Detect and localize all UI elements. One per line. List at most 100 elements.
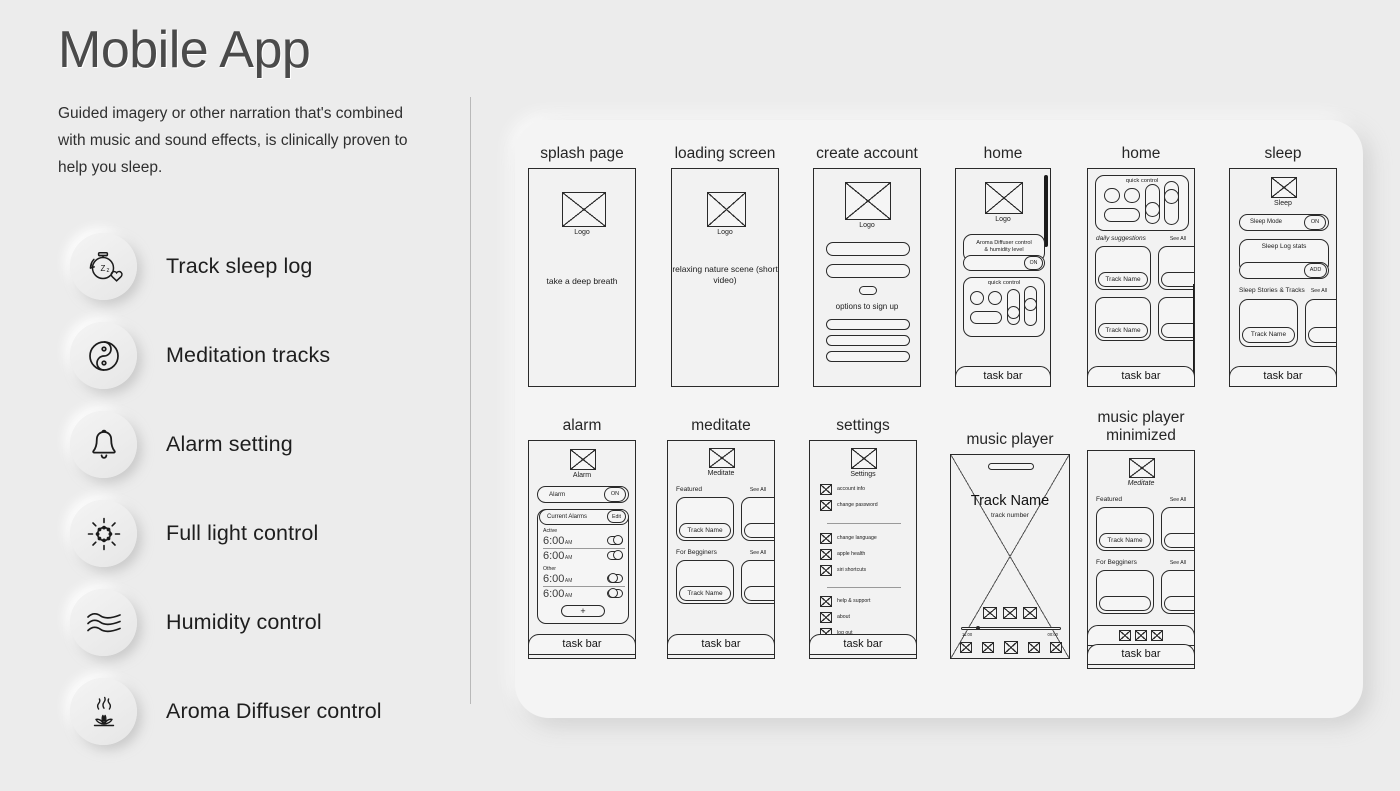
beginners-see-all-link[interactable]: See All [750,550,766,556]
alarm-switch-4[interactable] [607,588,623,599]
quick-control-card[interactable]: quick control [1095,174,1189,231]
quick-toggle-3[interactable] [1104,207,1140,222]
featured-see-all-link[interactable]: See All [1170,497,1186,503]
track-name-chip-4[interactable] [744,585,774,601]
alarm-toggle[interactable]: ON [604,486,626,502]
settings-item-about[interactable]: about [820,611,850,623]
track-name-chip[interactable]: Track Name [1098,271,1148,287]
settings-item-siri-shortcuts[interactable]: siri shortcuts [820,564,866,576]
screen-music-player[interactable]: music player Track Name track number 11:… [950,431,1070,659]
track-name-chip[interactable]: Track Name [679,522,731,538]
alarm-switch-3[interactable] [607,573,623,584]
submit-button[interactable] [859,285,877,295]
task-bar[interactable]: task bar [1088,365,1194,386]
favorite-icon[interactable] [1023,606,1037,619]
sleep-log-add-row[interactable]: ADD [1239,261,1329,279]
quick-control-card[interactable]: quick control [963,276,1045,337]
volume-icon[interactable] [960,641,972,653]
track-name-chip[interactable]: Track Name [1242,326,1295,343]
beginners-see-all-link[interactable]: See All [1170,560,1186,566]
screen-music-player-minimized[interactable]: music player minimized Meditate Featured… [1087,409,1195,669]
secondary-controls[interactable] [983,606,1037,619]
screen-create-account[interactable]: create account Logo options to sign up [813,145,921,387]
featured-see-all-link[interactable]: See All [750,487,766,493]
track-name-chip-2[interactable] [1161,271,1194,287]
task-bar[interactable]: task bar [810,633,916,655]
signup-option-3-button[interactable] [826,350,910,362]
quick-slider-2-knob[interactable] [1164,188,1179,204]
email-field[interactable] [826,241,910,256]
task-bar[interactable]: task bar [1230,365,1336,386]
track-name-chip-2[interactable] [1164,532,1194,548]
current-alarms-header[interactable]: Current Alarms Edit [539,508,629,525]
alarm-switch-2[interactable] [607,550,623,561]
screen-meditate[interactable]: meditate Meditate Featured See All Track… [667,417,775,659]
track-name-chip-2[interactable] [744,522,774,538]
previous-icon[interactable] [1119,629,1131,641]
task-bar[interactable]: task bar [1088,643,1194,665]
divider [827,586,901,588]
feature-item-alarm-setting: Alarm setting [70,400,470,489]
track-name-chip-3[interactable] [1099,595,1151,611]
screen-loading[interactable]: loading screen Logo relaxing nature scen… [671,145,779,387]
phone-frame: Meditate Featured See All Track Name For… [667,439,775,659]
track-name-chip-3[interactable]: Track Name [1098,322,1148,338]
shuffle-icon[interactable] [983,606,997,619]
previous-icon[interactable] [982,641,994,653]
progress-slider[interactable] [961,626,1061,631]
quick-toggle-2[interactable] [1124,187,1140,203]
quick-toggle-1[interactable] [970,290,984,305]
quick-toggle-3[interactable] [970,310,1002,324]
aroma-diffuser-toggle-row[interactable]: ON [963,254,1045,271]
screen-home-b[interactable]: home quick control daily suggestions See… [1087,145,1195,387]
task-bar[interactable]: task bar [956,365,1050,386]
screen-home-a[interactable]: home Logo Aroma Diffuser control & humid… [955,145,1051,387]
airplay-icon[interactable] [1050,641,1062,653]
play-pause-icon[interactable] [1135,629,1147,641]
track-name-chip[interactable]: Track Name [1099,532,1151,548]
see-all-link[interactable]: See All [1170,236,1186,242]
track-name-chip-4[interactable] [1161,322,1194,338]
screen-alarm[interactable]: alarm Alarm Alarm ON Current Alarms Edit… [528,417,636,659]
add-button[interactable]: ADD [1304,262,1327,278]
settings-item-help-support[interactable]: help & support [820,595,870,607]
screen-sleep[interactable]: sleep Sleep Sleep Mode ON Sleep Log stat… [1229,145,1337,387]
quick-slider-2-knob[interactable] [1024,297,1037,311]
alarm-switch-1[interactable] [607,535,623,546]
quick-toggle-1[interactable] [1104,187,1120,203]
quick-slider-1-knob[interactable] [1007,305,1020,319]
settings-item-apple-health[interactable]: apple health [820,548,865,560]
signup-option-1-button[interactable] [826,318,910,330]
track-name-chip-4[interactable] [1164,595,1194,611]
task-bar[interactable]: task bar [668,633,774,655]
play-pause-icon[interactable] [1004,640,1018,654]
edit-button[interactable]: Edit [607,510,626,524]
quick-toggle-2[interactable] [988,290,1002,305]
settings-item-change-password[interactable]: change password [820,499,878,511]
next-icon[interactable] [1151,629,1163,641]
drag-handle[interactable] [988,462,1034,470]
aroma-diffuser-toggle[interactable]: ON [1024,255,1043,270]
screen-settings[interactable]: settings Settings account info change pa… [809,417,917,659]
alarm-toggle-row[interactable]: Alarm ON [537,485,629,503]
progress-knob[interactable] [976,626,980,631]
next-icon[interactable] [1028,641,1040,653]
scrollbar[interactable] [1044,174,1048,247]
settings-item-account-info[interactable]: account info [820,483,865,495]
track-name-chip-2[interactable] [1308,326,1336,343]
see-all-link[interactable]: See All [1311,288,1327,294]
settings-item-change-language[interactable]: change language [820,532,877,544]
track-name-chip-3[interactable]: Track Name [679,585,731,601]
quick-slider-1-knob[interactable] [1145,201,1160,217]
transport-controls[interactable] [960,640,1062,654]
mini-player-bar[interactable] [1088,624,1194,646]
screen-splash-page[interactable]: splash page Logo take a deep breath [528,145,636,387]
sleep-mode-toggle[interactable]: ON [1304,214,1326,230]
add-alarm-button[interactable]: + [561,604,605,617]
password-field[interactable] [826,263,910,278]
task-bar[interactable]: task bar [529,633,635,655]
sleep-mode-row[interactable]: Sleep Mode ON [1239,213,1329,231]
signup-option-2-button[interactable] [826,334,910,346]
wireframe-panel: splash page Logo take a deep breath load… [515,120,1363,718]
repeat-icon[interactable] [1003,606,1017,619]
